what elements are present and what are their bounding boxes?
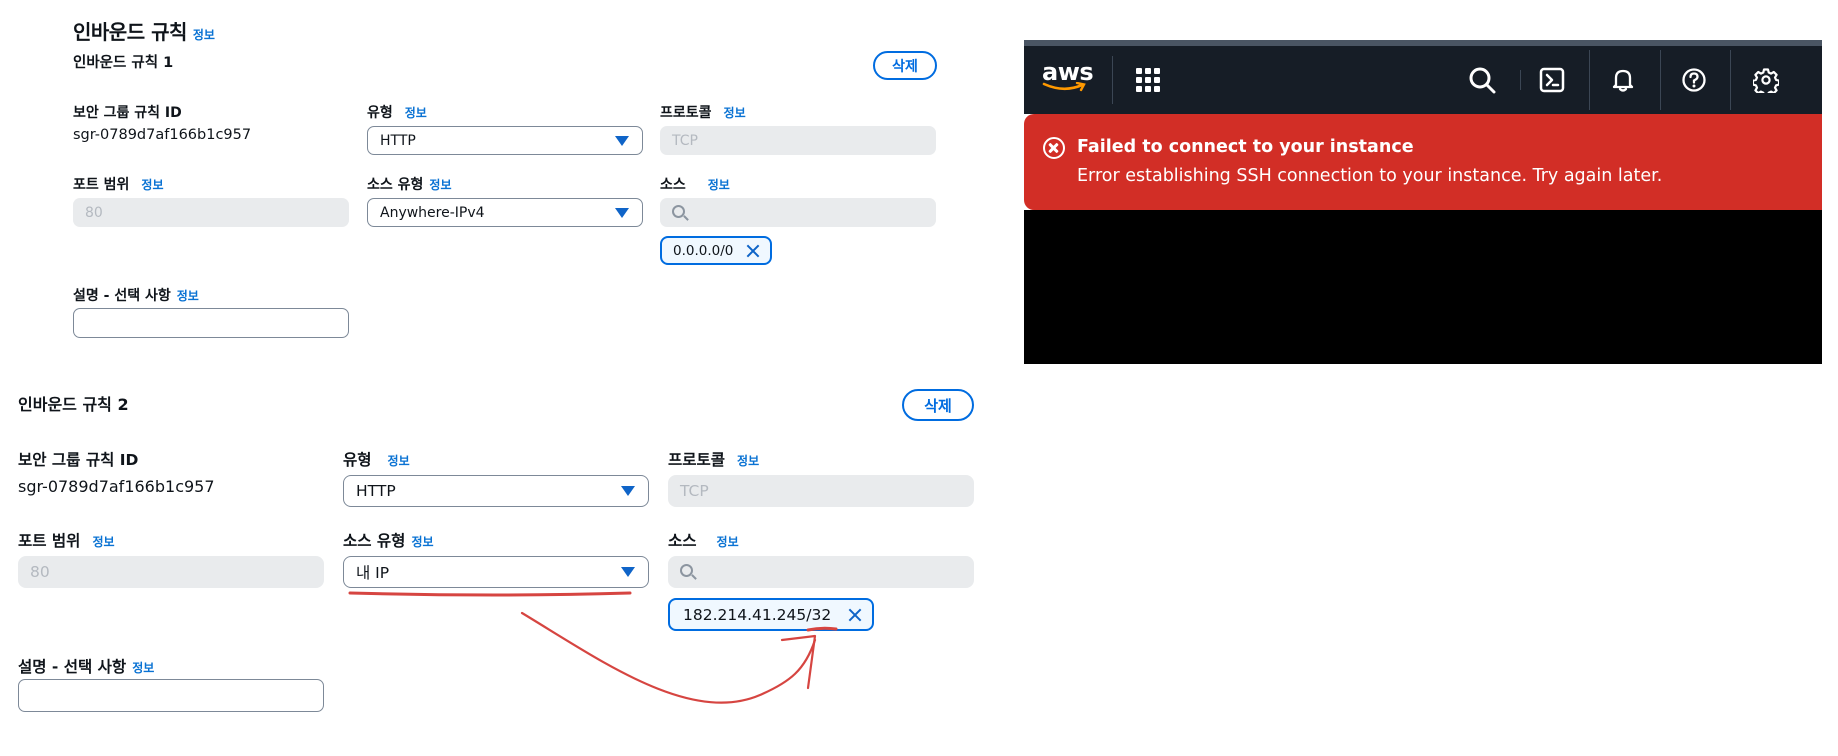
aws-logo-text: aws — [1042, 58, 1094, 86]
nav-divider — [1589, 50, 1590, 110]
nav-divider — [1730, 50, 1731, 110]
error-flashbar: Failed to connect to your instance Error… — [1024, 114, 1822, 210]
apps-grid-icon[interactable] — [1128, 60, 1168, 100]
nav-divider — [1112, 56, 1113, 104]
terminal-area — [1024, 210, 1822, 364]
annotation-arrow — [520, 611, 817, 704]
aws-logo[interactable]: aws — [1042, 58, 1094, 92]
bell-icon[interactable] — [1603, 60, 1643, 100]
search-icon[interactable] — [1462, 60, 1502, 100]
error-message: Error establishing SSH connection to you… — [1077, 166, 1663, 186]
error-title: Failed to connect to your instance — [1077, 137, 1414, 157]
nav-divider — [1660, 50, 1661, 110]
nav-divider — [1520, 70, 1521, 90]
gear-icon[interactable] — [1746, 60, 1786, 100]
help-icon[interactable] — [1674, 60, 1714, 100]
annotation-token-underline — [806, 626, 838, 632]
cloudshell-icon[interactable] — [1532, 60, 1572, 100]
console-navbar: aws — [1024, 46, 1822, 114]
error-icon — [1043, 137, 1065, 159]
annotation-underline — [348, 591, 632, 597]
